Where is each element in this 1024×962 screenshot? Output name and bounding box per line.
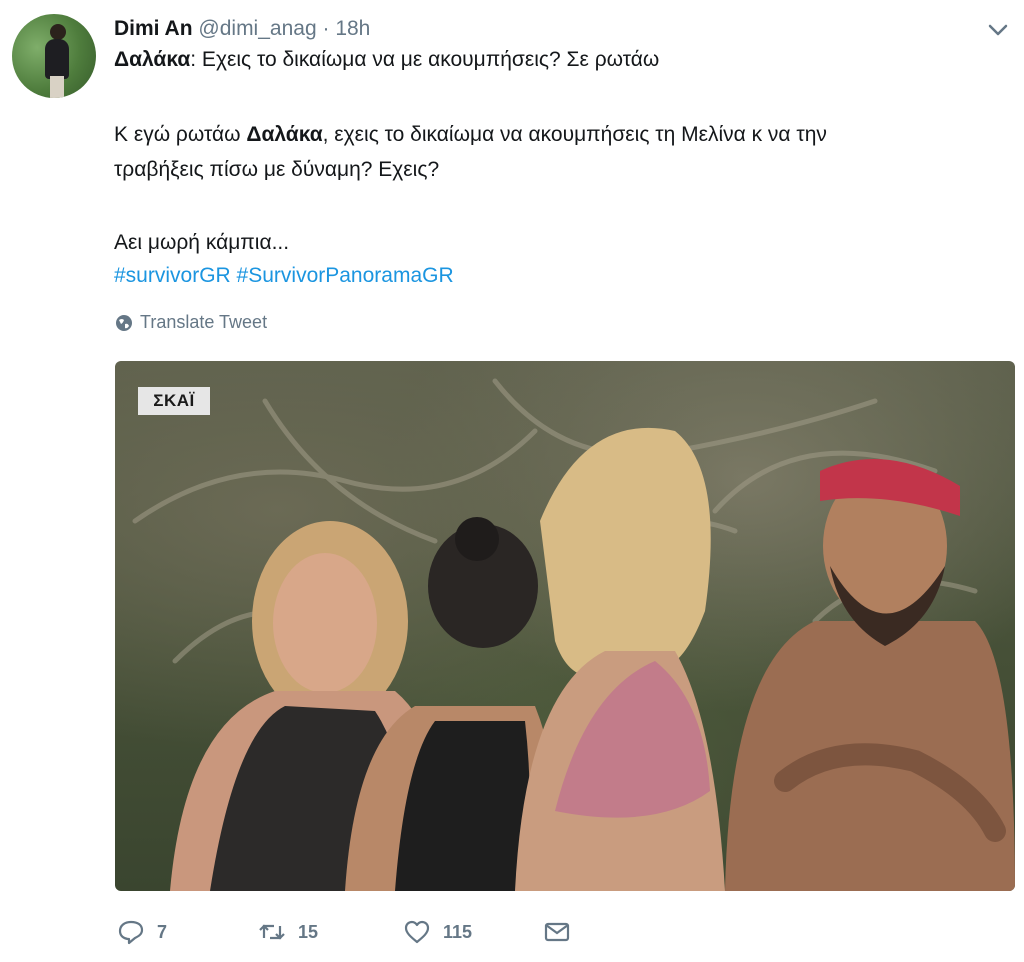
photo-scene	[132, 378, 1015, 891]
envelope-icon	[544, 922, 570, 942]
header-separator: ·	[322, 17, 330, 40]
line-text: τραβήξεις πίσω με δύναμη? Εχεις?	[114, 158, 440, 181]
author-handle[interactable]: @dimi_anag	[198, 17, 316, 40]
retweet-button[interactable]: 15	[258, 918, 318, 946]
line-prefix: Κ εγώ ρωτάω	[114, 123, 247, 146]
hashtag-link[interactable]: #SurvivorPanoramaGR	[237, 264, 454, 287]
author-name[interactable]: Dimi An	[114, 17, 193, 40]
reply-icon	[118, 920, 144, 945]
line-text: Αει μωρή κάμπια...	[114, 231, 290, 254]
bold-mention: Δαλάκα	[114, 48, 191, 71]
translate-label: Translate Tweet	[140, 312, 268, 332]
tweet-line-3: τραβήξεις πίσω με δύναμη? Εχεις?	[114, 158, 439, 182]
tweet-timestamp[interactable]: 18h	[335, 17, 370, 40]
direct-message-button[interactable]	[543, 918, 571, 946]
tweet-media-photo[interactable]: ΣΚΑΪ	[115, 361, 1015, 891]
heart-icon	[404, 920, 430, 944]
reply-count: 7	[157, 921, 168, 942]
bold-mention: Δαλάκα	[246, 123, 323, 146]
avatar-figure-head	[50, 24, 66, 40]
tweet-header: Dimi An @dimi_anag · 18h	[114, 16, 370, 42]
avatar-figure-legs	[50, 76, 64, 98]
like-button[interactable]: 115	[403, 918, 472, 946]
channel-logo: ΣΚΑΪ	[138, 387, 210, 415]
avatar[interactable]	[12, 14, 96, 98]
translate-tweet-link[interactable]: Translate Tweet	[115, 312, 267, 333]
tweet-actions: 7 15 115	[115, 918, 715, 950]
tweet-line-1: Δαλάκα: Εχεις το δικαίωμα να με ακουμπήσ…	[114, 48, 659, 72]
line-text: , εχεις το δικαίωμα να ακουμπήσεις τη Με…	[322, 123, 827, 146]
hashtag-line: #survivorGR #SurvivorPanoramaGR	[114, 264, 454, 288]
retweet-icon	[259, 924, 285, 940]
reply-button[interactable]: 7	[117, 918, 167, 946]
tweet-line-2: Κ εγώ ρωτάω Δαλάκα, εχεις το δικαίωμα να…	[114, 123, 827, 147]
chevron-down-icon[interactable]	[985, 20, 1011, 40]
tweet-line-4: Αει μωρή κάμπια...	[114, 231, 289, 255]
hashtag-link[interactable]: #survivorGR	[114, 264, 231, 287]
avatar-figure-body	[45, 39, 69, 79]
line-text: : Εχεις το δικαίωμα να με ακουμπήσεις? Σ…	[190, 48, 660, 71]
like-count: 115	[443, 921, 473, 942]
retweet-count: 15	[298, 921, 319, 942]
globe-icon	[116, 314, 132, 331]
